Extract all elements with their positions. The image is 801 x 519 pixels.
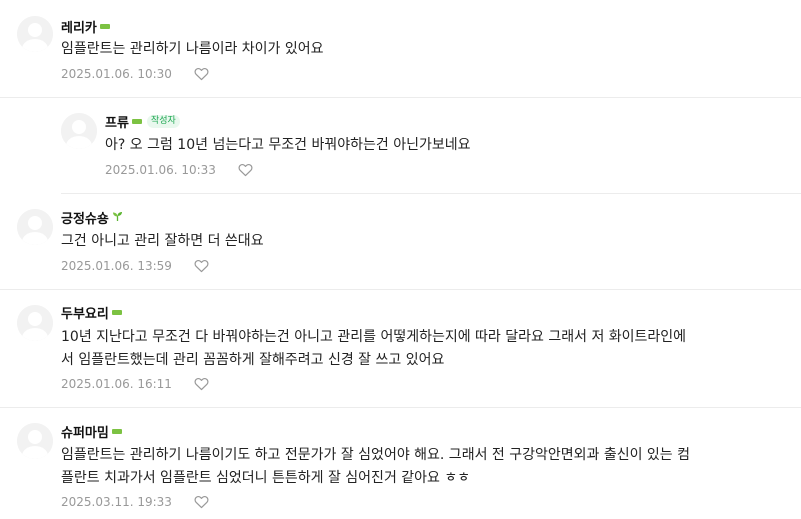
nickname[interactable]: 레리카 xyxy=(61,17,97,36)
default-profile-icon xyxy=(61,113,97,149)
avatar[interactable] xyxy=(17,305,53,341)
comment-text: 10년 지난다고 무조건 다 바꿔야하는건 아니고 관리를 어떻게하는지에 따라… xyxy=(61,326,686,372)
comment-meta: 2025.03.11. 19:33 xyxy=(61,494,209,510)
comment-date: 2025.01.06. 10:33 xyxy=(105,163,216,177)
comment-item: 레리카 임플란트는 관리하기 나름이라 차이가 있어요 2025.01.06. … xyxy=(0,0,801,98)
avatar[interactable] xyxy=(17,16,53,52)
comment-text-line: 임플란트는 관리하기 나름이라 차이가 있어요 xyxy=(61,41,324,57)
heart-outline-icon[interactable] xyxy=(194,377,209,391)
author-info: 레리카 xyxy=(61,17,110,36)
author-info: 슈퍼마밈 xyxy=(61,422,122,441)
author-info: 긍정슈숑 xyxy=(61,207,123,227)
comment-meta: 2025.01.06. 10:33 xyxy=(105,162,253,178)
grade-bar-icon xyxy=(111,310,122,315)
nickname[interactable]: 두부요리 xyxy=(61,303,109,322)
comment-item: 슈퍼마밈 임플란트는 관리하기 나름이기도 하고 전문가가 잘 심었어야 해요.… xyxy=(0,408,801,519)
comment-text: 임플란트는 관리하기 나름이기도 하고 전문가가 잘 심었어야 해요. 그래서 … xyxy=(61,444,690,490)
comment-item: 두부요리 10년 지난다고 무조건 다 바꿔야하는건 아니고 관리를 어떻게하는… xyxy=(0,290,801,408)
comment-date: 2025.01.06. 16:11 xyxy=(61,377,172,391)
comment-text-line: 그건 아니고 관리 잘하면 더 쓴대요 xyxy=(61,233,264,249)
author-badge: 작성자 xyxy=(146,114,180,128)
comment-meta: 2025.01.06. 16:11 xyxy=(61,376,209,392)
comment-text: 아? 오 그럼 10년 넘는다고 무조건 바꿔야하는건 아닌가보네요 xyxy=(105,134,471,157)
heart-outline-icon[interactable] xyxy=(194,495,209,509)
default-profile-icon xyxy=(17,423,53,459)
comment-text-line: 플란트 치과가서 임플란트 심었더니 튼튼하게 잘 심어진거 같아요 ㅎㅎ xyxy=(61,470,471,486)
heart-outline-icon[interactable] xyxy=(194,67,209,81)
comment-text-line: 아? 오 그럼 10년 넘는다고 무조건 바꿔야하는건 아닌가보네요 xyxy=(105,137,471,153)
comment-text: 임플란트는 관리하기 나름이라 차이가 있어요 xyxy=(61,38,324,61)
nickname[interactable]: 프류 xyxy=(105,112,129,131)
grade-bar-icon xyxy=(111,429,122,434)
avatar[interactable] xyxy=(17,423,53,459)
heart-outline-icon[interactable] xyxy=(238,163,253,177)
comment-date: 2025.03.11. 19:33 xyxy=(61,495,172,509)
comment-date: 2025.01.06. 10:30 xyxy=(61,67,172,81)
comment-text-line: 서 임플란트했는데 관리 꼼꼼하게 잘해주려고 신경 잘 쓰고 있어요 xyxy=(61,352,445,368)
nickname[interactable]: 긍정슈숑 xyxy=(61,208,109,227)
comment-meta: 2025.01.06. 10:30 xyxy=(61,66,209,82)
grade-bar-icon xyxy=(99,24,110,29)
comment-item: 긍정슈숑 그건 아니고 관리 잘하면 더 쓴대요 2025.01.06. 13:… xyxy=(0,194,801,290)
default-profile-icon xyxy=(17,305,53,341)
author-info: 두부요리 xyxy=(61,303,122,322)
avatar[interactable] xyxy=(17,209,53,245)
comment-reply-item: 프류 작성자 아? 오 그럼 10년 넘는다고 무조건 바꿔야하는건 아닌가보네… xyxy=(0,98,801,194)
grade-bar-icon xyxy=(131,119,142,124)
heart-outline-icon[interactable] xyxy=(194,259,209,273)
sprout-icon xyxy=(112,207,123,226)
nickname[interactable]: 슈퍼마밈 xyxy=(61,422,109,441)
author-info: 프류 작성자 xyxy=(105,112,180,131)
default-profile-icon xyxy=(17,16,53,52)
comment-text-line: 10년 지난다고 무조건 다 바꿔야하는건 아니고 관리를 어떻게하는지에 따라… xyxy=(61,329,687,345)
default-profile-icon xyxy=(17,209,53,245)
avatar[interactable] xyxy=(61,113,97,149)
comment-text-line: 임플란트는 관리하기 나름이기도 하고 전문가가 잘 심었어야 해요. 그래서 … xyxy=(61,447,691,463)
comment-meta: 2025.01.06. 13:59 xyxy=(61,258,209,274)
comment-text: 그건 아니고 관리 잘하면 더 쓴대요 xyxy=(61,230,264,253)
comment-date: 2025.01.06. 13:59 xyxy=(61,259,172,273)
